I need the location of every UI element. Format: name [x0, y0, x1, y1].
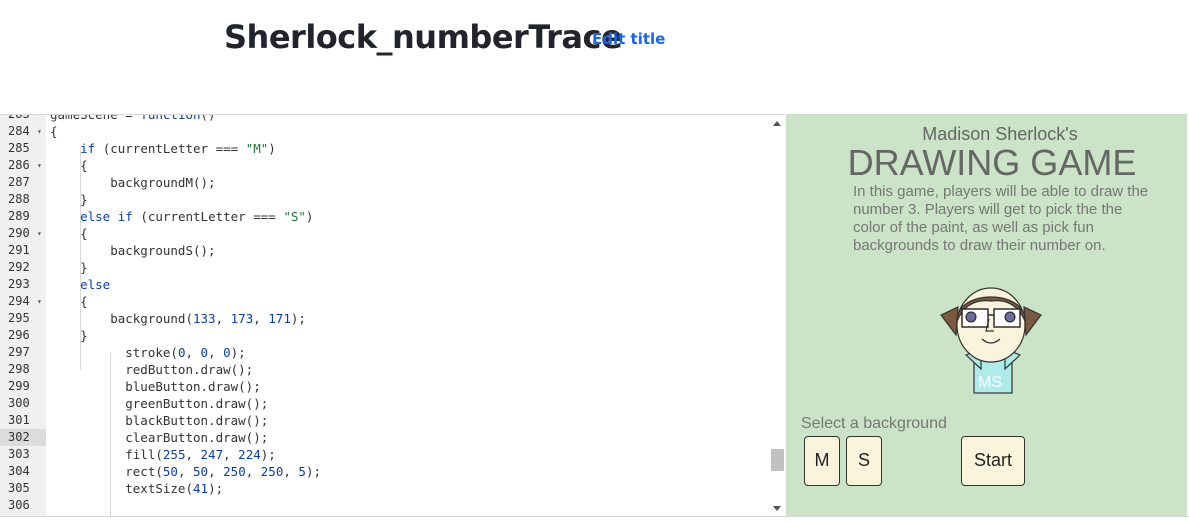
scroll-up-icon[interactable] [773, 121, 781, 126]
code-text: if (currentLetter === "M") [80, 141, 276, 156]
canvas-description: In this game, players will be able to dr… [853, 183, 1149, 254]
code-text: blueButton.draw(); [50, 379, 261, 394]
line-number: 305 [8, 481, 30, 495]
code-text: } [50, 192, 88, 207]
code-text: } [50, 328, 88, 343]
scrollbar-thumb[interactable] [771, 449, 784, 471]
line-number: 285 [8, 141, 30, 155]
code-text: { [50, 294, 88, 309]
line-number: 302 [0, 429, 46, 446]
code-line[interactable]: 303 fill(255, 247, 224); [0, 446, 770, 463]
code-line[interactable]: 290 ▾ { [0, 225, 770, 242]
code-text: clearButton.draw(); [50, 430, 269, 445]
program-output-canvas[interactable]: Madison Sherlock's DRAWING GAME In this … [786, 114, 1187, 516]
avatar-badge: MS [978, 374, 1002, 391]
scroll-down-icon[interactable] [773, 506, 781, 511]
code-line[interactable]: 283 gameScene = function() [0, 114, 770, 123]
page-title: Sherlock_numberTrace [224, 18, 623, 56]
code-line[interactable]: 301 blackButton.draw(); [0, 412, 770, 429]
code-editor[interactable]: 283 gameScene = function() 284 ▾{285 if (cu… [0, 114, 785, 517]
code-text: textSize(41); [50, 481, 224, 496]
code-text: greenButton.draw(); [50, 396, 269, 411]
code-text: { [50, 124, 58, 139]
code-line[interactable]: 298 redButton.draw(); [0, 361, 770, 378]
indent-guide [110, 353, 111, 517]
code-text: backgroundS(); [50, 243, 216, 258]
code-line[interactable]: 295 background(133, 173, 171); [0, 310, 770, 327]
code-line[interactable]: 304 rect(50, 50, 250, 250, 5); [0, 463, 770, 480]
edit-title-link[interactable]: Edit title [592, 30, 665, 48]
code-line[interactable]: 288 } [0, 191, 770, 208]
code-lines[interactable]: 283 gameScene = function() 284 ▾{285 if (cu… [0, 114, 770, 517]
code-line[interactable]: 305 textSize(41); [0, 480, 770, 497]
code-text: fill(255, 247, 224); [50, 447, 276, 462]
code-text: blackButton.draw(); [50, 413, 269, 428]
line-number: 293 [8, 277, 30, 291]
code-line[interactable]: 284 ▾{ [0, 123, 770, 140]
line-number: 304 [8, 464, 30, 478]
code-line[interactable]: 297 stroke(0, 0, 0); [0, 344, 770, 361]
header: Sherlock_numberTrace Edit title [0, 0, 1189, 114]
code-line[interactable]: 296 } [0, 327, 770, 344]
code-text: { [50, 226, 88, 241]
line-number: 291 [8, 243, 30, 257]
code-text: { [50, 158, 88, 173]
code-line[interactable]: 299 blueButton.draw(); [0, 378, 770, 395]
code-text: background(133, 173, 171); [50, 311, 306, 326]
canvas-heading: DRAWING GAME [847, 142, 1137, 183]
fold-arrow-icon[interactable]: ▾ [37, 293, 42, 310]
line-number: 301 [8, 413, 30, 427]
line-number: 297 [8, 345, 30, 359]
fold-arrow-icon[interactable]: ▾ [37, 157, 42, 174]
line-number: 303 [8, 447, 30, 461]
code-line[interactable]: 302 clearButton.draw(); [0, 429, 770, 446]
code-line[interactable]: 291 backgroundS(); [0, 242, 770, 259]
code-line[interactable]: 306 [0, 497, 770, 514]
code-line[interactable]: 286 ▾ { [0, 157, 770, 174]
code-line[interactable]: 287 backgroundM(); [0, 174, 770, 191]
code-line[interactable]: 294 ▾ { [0, 293, 770, 310]
editor-scrollbar[interactable] [770, 115, 785, 517]
fold-arrow-icon[interactable]: ▾ [37, 123, 42, 140]
line-number: 287 [8, 175, 30, 189]
code-line[interactable]: 289 else if (currentLetter === "S") [0, 208, 770, 225]
line-number: 299 [8, 379, 30, 393]
select-background-label: Select a background [801, 415, 947, 432]
line-number: 306 [8, 498, 30, 512]
fold-arrow-icon[interactable]: ▾ [37, 225, 42, 242]
line-number: 296 [8, 328, 30, 342]
background-s-button[interactable]: S [846, 436, 882, 486]
code-text: backgroundM(); [50, 175, 216, 190]
code-line[interactable]: 293 else [0, 276, 770, 293]
line-number: 289 [8, 209, 30, 223]
indent-guide [80, 149, 81, 370]
line-number: 288 [8, 192, 30, 206]
start-button[interactable]: Start [961, 436, 1025, 486]
code-line[interactable]: 292 } [0, 259, 770, 276]
code-text: else if (currentLetter === "S") [80, 209, 314, 224]
code-text: rect(50, 50, 250, 250, 5); [50, 464, 322, 479]
code-line[interactable]: 285 if (currentLetter === "M") [0, 140, 770, 157]
background-m-button[interactable]: M [804, 436, 840, 486]
line-number: 292 [8, 260, 30, 274]
code-text: } [50, 260, 88, 275]
divider [0, 516, 1189, 517]
line-number: 295 [8, 311, 30, 325]
line-number: 298 [8, 362, 30, 376]
line-number: 300 [8, 396, 30, 410]
code-text: gameScene = function() [50, 114, 216, 122]
line-number: 283 [8, 114, 30, 121]
code-line[interactable]: 300 greenButton.draw(); [0, 395, 770, 412]
